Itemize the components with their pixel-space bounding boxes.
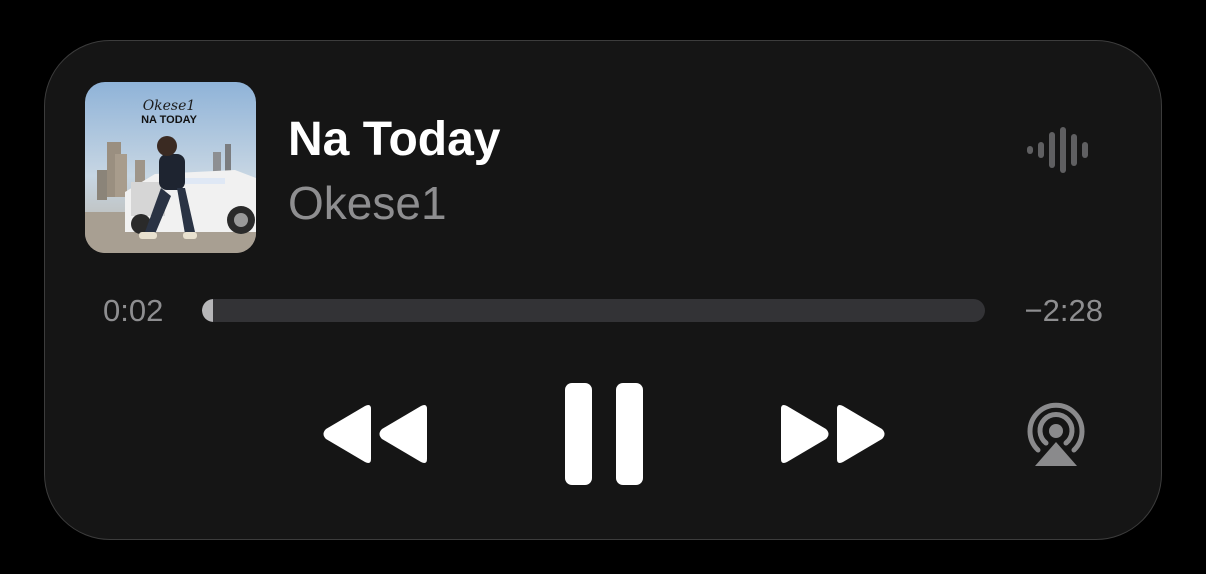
- rewind-icon: [323, 405, 427, 463]
- artwork-title-text: NA TODAY: [141, 114, 197, 126]
- track-title: Na Today: [288, 113, 501, 166]
- track-artist[interactable]: Okese1: [288, 176, 447, 230]
- fast-forward-icon: [781, 405, 885, 463]
- remaining-time: −2:28: [1024, 293, 1103, 328]
- artwork-artist-text: Okese1: [143, 98, 196, 114]
- pause-button[interactable]: [565, 383, 643, 485]
- now-playing-card: Okese1 NA TODAY Na Today Okese1 0:02 −2:…: [44, 40, 1162, 540]
- progress-scrubber[interactable]: [202, 299, 985, 322]
- airplay-audio-icon: [1027, 402, 1085, 466]
- progress-fill: [202, 299, 213, 322]
- rewind-button[interactable]: [321, 403, 429, 465]
- fast-forward-button[interactable]: [779, 403, 887, 465]
- pause-icon: [565, 383, 643, 485]
- elapsed-time: 0:02: [103, 293, 164, 328]
- waveform-icon: [1027, 127, 1091, 173]
- airplay-button[interactable]: [1021, 398, 1091, 468]
- album-artwork[interactable]: Okese1 NA TODAY: [85, 82, 256, 253]
